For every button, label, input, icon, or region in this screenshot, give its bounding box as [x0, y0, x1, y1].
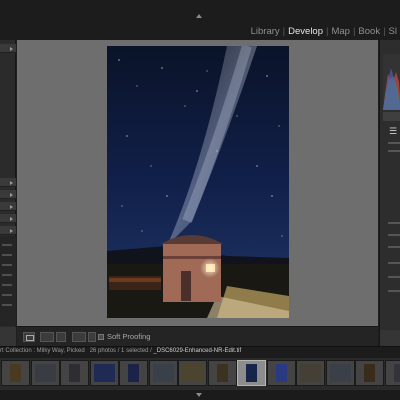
filmstrip-thumbnail[interactable] [30, 360, 60, 386]
module-book[interactable]: Book [355, 26, 383, 37]
milky-way-photo [107, 46, 289, 318]
list-item[interactable] [2, 284, 12, 286]
expand-icon [10, 205, 13, 209]
slider-row[interactable] [388, 276, 400, 278]
thumbnail-image [10, 364, 21, 382]
history-list [0, 236, 16, 326]
navigator-header[interactable] [0, 44, 16, 53]
slider-row[interactable] [388, 246, 400, 248]
collections-header[interactable] [0, 214, 16, 223]
thumbnail-image [393, 364, 400, 382]
toolbar-options-button[interactable] [88, 332, 96, 342]
thumbnail-image [246, 364, 257, 382]
panel-header[interactable] [0, 226, 16, 235]
current-file-name: _DSC6029-Enhanced-NR-Edit.tif [153, 348, 242, 354]
main-viewer [17, 40, 378, 326]
thumbnail-image [152, 364, 174, 382]
thumbnail-image [216, 364, 228, 382]
thumbnail-image [69, 364, 80, 382]
history-header[interactable] [0, 202, 16, 211]
thumbnail-image [364, 364, 375, 382]
presets-header[interactable] [0, 178, 16, 187]
list-item[interactable] [2, 274, 12, 276]
left-panel [0, 40, 16, 346]
swap-settings-button[interactable] [72, 332, 86, 342]
slider-row[interactable] [388, 222, 400, 224]
filmstrip-thumbnail[interactable] [1, 360, 30, 386]
filmstrip-thumbnail[interactable] [119, 360, 148, 386]
filmstrip-thumbnail[interactable] [148, 360, 178, 386]
module-map[interactable]: Map [328, 26, 352, 37]
filmstrip-thumbnail[interactable] [89, 360, 119, 386]
filmstrip [0, 358, 400, 390]
expand-icon [10, 47, 13, 51]
reset-button[interactable] [380, 330, 400, 346]
module-library[interactable]: Library [248, 26, 283, 37]
expand-icon [10, 181, 13, 185]
collapse-top-panel-icon[interactable] [196, 14, 202, 18]
loupe-view-button[interactable] [23, 332, 35, 342]
filmstrip-thumbnail[interactable] [237, 360, 266, 386]
right-panel: ☰ [379, 40, 400, 346]
bottom-bar [0, 390, 400, 400]
source-label: rt Collection : Milky Way, Picked [0, 348, 85, 354]
develop-toolbar: Soft Proofing [17, 326, 378, 346]
list-item[interactable] [2, 304, 12, 306]
filmstrip-thumbnail[interactable] [355, 360, 384, 386]
filmstrip-thumbnail[interactable] [266, 360, 296, 386]
expand-icon [10, 217, 13, 221]
before-after-button[interactable] [40, 332, 54, 342]
slider-row[interactable] [388, 234, 400, 236]
slider-row[interactable] [388, 262, 400, 264]
thumbnail-image [300, 364, 321, 382]
soft-proofing-checkbox[interactable] [98, 334, 104, 340]
filmstrip-header: rt Collection : Milky Way, Picked 26 pho… [0, 346, 400, 358]
soft-proofing-label: Soft Proofing [107, 332, 151, 341]
before-after-options-button[interactable] [56, 332, 66, 342]
module-develop[interactable]: Develop [285, 26, 326, 37]
thumbnail-image [128, 364, 139, 382]
expand-icon [10, 193, 13, 197]
snapshots-header[interactable] [0, 190, 16, 199]
tool-strip[interactable] [383, 112, 400, 121]
list-item[interactable] [2, 244, 12, 246]
thumbnail-image [34, 364, 56, 382]
histogram [383, 54, 400, 110]
list-item[interactable] [2, 254, 12, 256]
filmstrip-breadcrumb[interactable]: rt Collection : Milky Way, Picked 26 pho… [0, 348, 241, 354]
thumbnail-image [93, 364, 115, 382]
thumbnail-image [275, 364, 287, 382]
list-item[interactable] [2, 264, 12, 266]
slider-row[interactable] [388, 142, 400, 144]
photo-count: 26 photos / 1 selected / [89, 348, 152, 354]
module-picker: Library | Develop | Map | Book | Sl [248, 24, 400, 38]
thumbnail-image [329, 364, 351, 382]
list-item[interactable] [2, 294, 12, 296]
top-bar: Library | Develop | Map | Book | Sl [0, 0, 400, 40]
thumbnail-image [182, 364, 203, 382]
filmstrip-thumbnail[interactable] [60, 360, 89, 386]
filmstrip-thumbnail[interactable] [296, 360, 325, 386]
filmstrip-thumbnail[interactable] [178, 360, 207, 386]
expand-icon [10, 229, 13, 233]
filmstrip-thumbnail[interactable] [207, 360, 237, 386]
sliders-icon[interactable]: ☰ [389, 126, 397, 137]
slider-row[interactable] [388, 150, 400, 152]
collapse-bottom-panel-icon[interactable] [196, 393, 202, 397]
copy-paste-buttons[interactable] [0, 327, 16, 346]
module-slideshow[interactable]: Sl [386, 26, 400, 37]
slider-row[interactable] [388, 290, 400, 292]
filmstrip-thumbnail[interactable] [325, 360, 355, 386]
filmstrip-thumbnail[interactable] [384, 360, 400, 386]
